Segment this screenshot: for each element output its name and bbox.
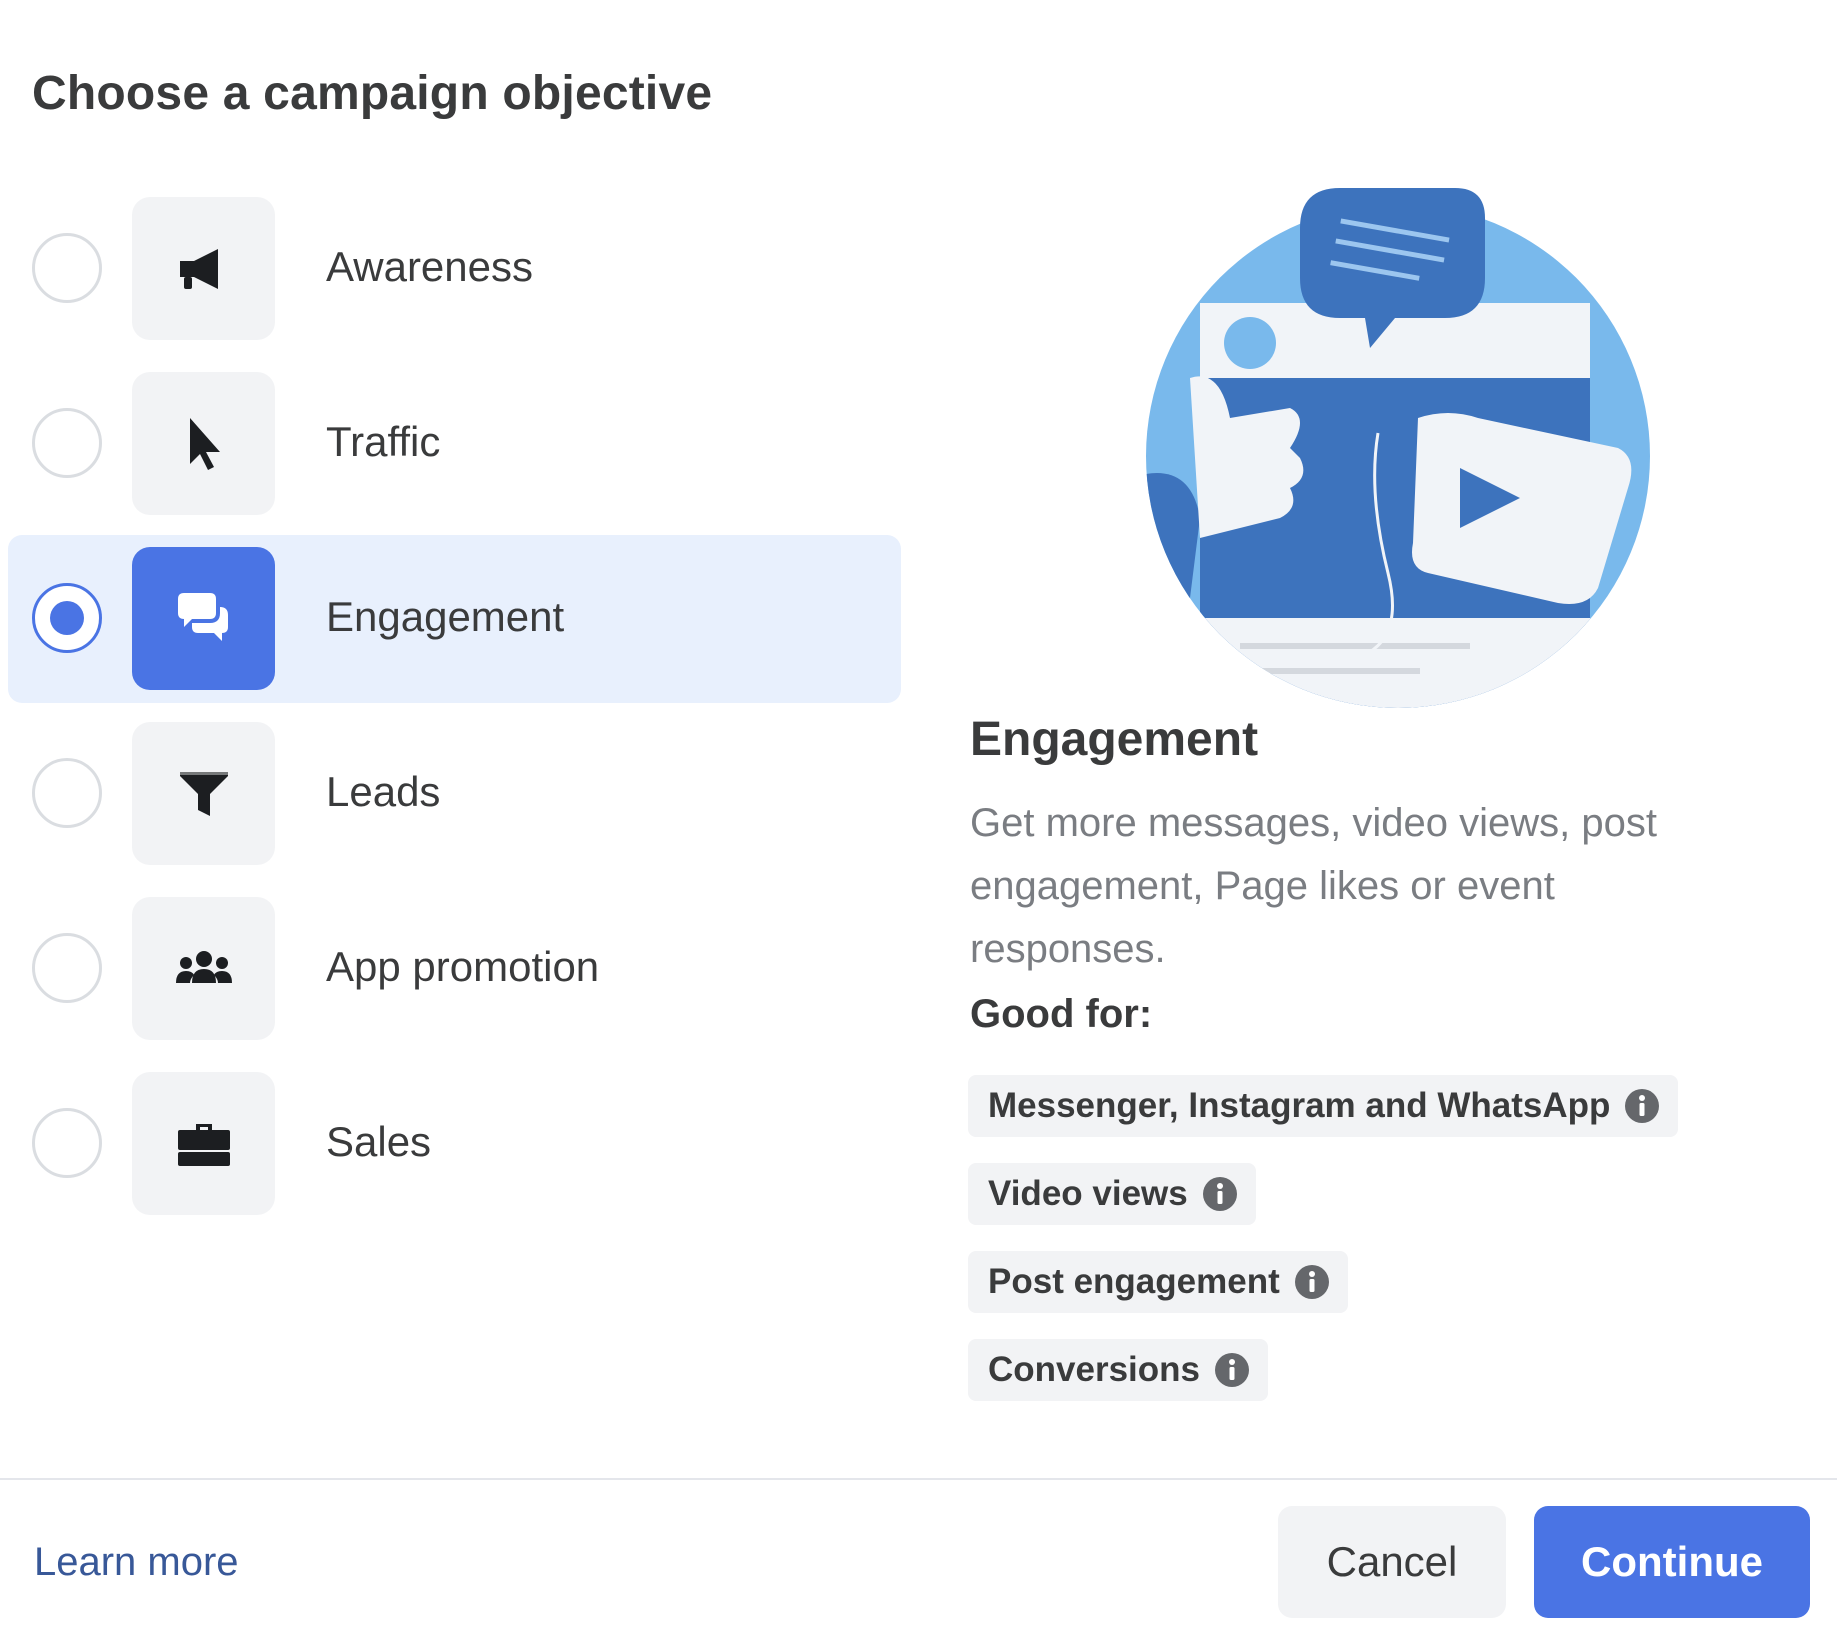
good-for-label: Good for:: [970, 992, 1153, 1036]
footer-divider: [0, 1478, 1837, 1480]
objective-awareness[interactable]: Awareness: [8, 185, 901, 353]
objective-icon-tile: [132, 897, 275, 1040]
radio-awareness[interactable]: [32, 233, 102, 303]
objective-icon-tile: [132, 547, 275, 690]
good-for-chips: Messenger, Instagram and WhatsApp Video …: [968, 1075, 1679, 1427]
good-for-chip: Video views: [968, 1163, 1256, 1225]
objective-icon-tile: [132, 722, 275, 865]
info-icon[interactable]: [1214, 1352, 1250, 1388]
good-for-chip: Post engagement: [968, 1251, 1348, 1313]
chip-label: Messenger, Instagram and WhatsApp: [988, 1086, 1611, 1125]
engagement-illustration: [1146, 188, 1650, 708]
objective-label: Leads: [326, 768, 441, 815]
radio-sales[interactable]: [32, 1108, 102, 1178]
objective-label: App promotion: [326, 943, 600, 990]
objective-label: Traffic: [326, 418, 441, 465]
dialog-title: Choose a campaign objective: [32, 67, 713, 120]
info-icon[interactable]: [1202, 1176, 1238, 1212]
good-for-chip: Conversions: [968, 1339, 1268, 1401]
objective-icon-tile: [132, 197, 275, 340]
chip-label: Video views: [988, 1174, 1188, 1213]
info-icon[interactable]: [1294, 1264, 1330, 1300]
objective-app-promotion[interactable]: App promotion: [8, 885, 901, 1053]
objective-label: Sales: [326, 1118, 432, 1165]
campaign-objective-dialog: Choose a campaign objective Awareness Tr…: [0, 0, 1837, 1637]
briefcase-icon: [177, 1123, 230, 1166]
chip-label: Conversions: [988, 1350, 1200, 1389]
continue-button[interactable]: Continue: [1534, 1506, 1810, 1618]
funnel-icon: [179, 771, 228, 816]
info-icon[interactable]: [1624, 1088, 1660, 1124]
chip-label: Post engagement: [988, 1262, 1280, 1301]
learn-more-link[interactable]: Learn more: [34, 1540, 239, 1585]
objective-leads[interactable]: Leads: [8, 710, 901, 878]
chat-bubbles-icon: [177, 592, 228, 641]
megaphone-icon: [179, 248, 218, 289]
objective-engagement[interactable]: Engagement: [8, 535, 901, 703]
cancel-button[interactable]: Cancel: [1278, 1506, 1506, 1618]
radio-leads[interactable]: [32, 758, 102, 828]
detail-description: Get more messages, video views, post eng…: [970, 801, 1657, 971]
radio-engagement[interactable]: [32, 583, 102, 653]
objective-traffic[interactable]: Traffic: [8, 360, 901, 528]
good-for-chip: Messenger, Instagram and WhatsApp: [968, 1075, 1679, 1137]
objective-icon-tile: [132, 372, 275, 515]
radio-app-promotion[interactable]: [32, 933, 102, 1003]
objective-label: Awareness: [326, 243, 534, 290]
people-icon: [175, 950, 232, 983]
cursor-icon: [189, 417, 220, 470]
objective-sales[interactable]: Sales: [8, 1060, 901, 1228]
objective-list: Awareness Traffic Engagement Leads App p…: [8, 185, 901, 1235]
radio-traffic[interactable]: [32, 408, 102, 478]
detail-title: Engagement: [970, 713, 1259, 766]
objective-icon-tile: [132, 1072, 275, 1215]
objective-label: Engagement: [326, 593, 565, 640]
